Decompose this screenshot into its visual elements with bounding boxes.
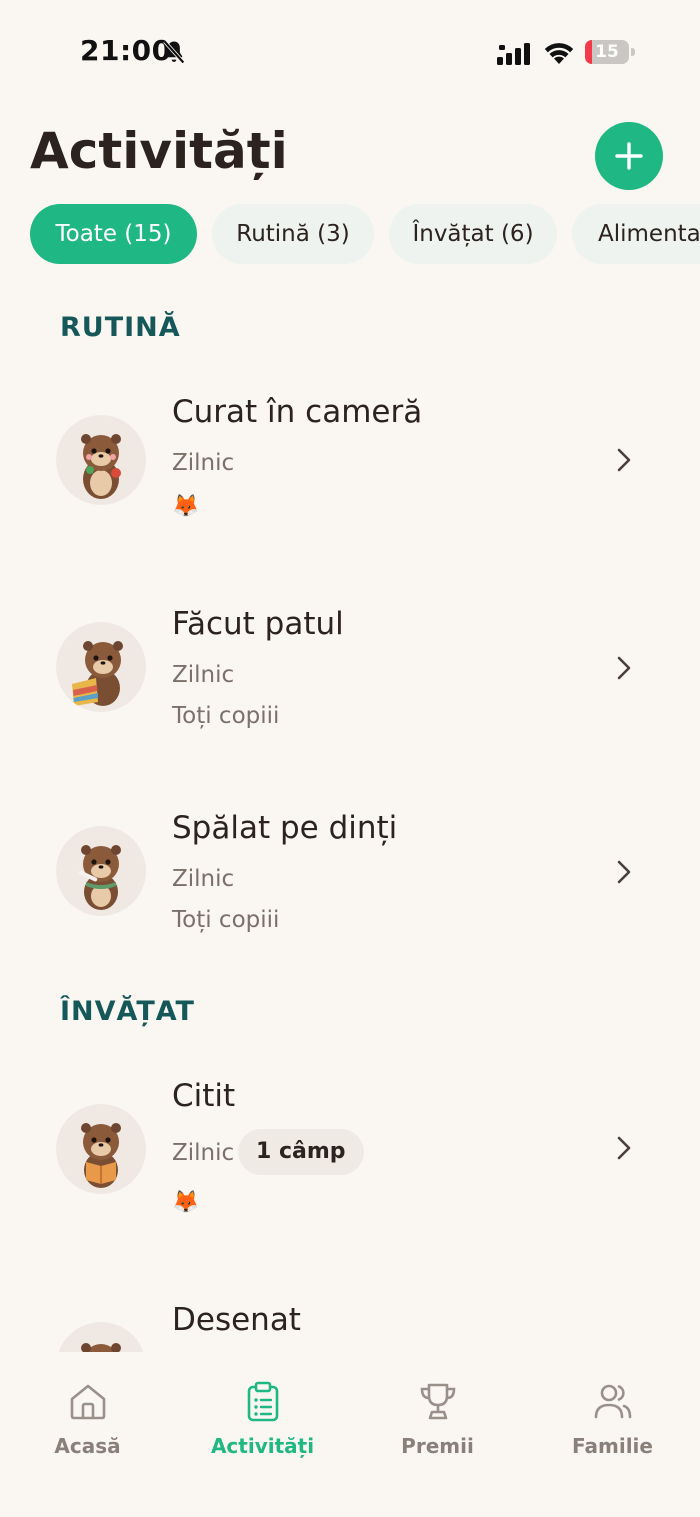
otter-toothbrush-avatar: [56, 826, 146, 916]
activity-title: Desenat: [172, 1302, 301, 1338]
bell-slash-icon: [163, 40, 185, 64]
chevron-right-icon: [617, 448, 631, 472]
wifi-icon: [544, 43, 574, 64]
filter-chip-toate[interactable]: Toate (15): [30, 204, 197, 264]
clipboard-icon: [247, 1381, 279, 1422]
activity-title: Citit: [172, 1078, 236, 1114]
trophy-icon: [420, 1383, 456, 1420]
activity-row-facut-patul[interactable]: Făcut patul Zilnic Toți copiii: [0, 592, 700, 752]
tab-activitati[interactable]: Activități: [175, 1352, 350, 1482]
chevron-right-icon: [617, 656, 631, 680]
activity-assignees: Toți copiii: [172, 703, 280, 729]
otter-blanket-avatar: [56, 622, 146, 712]
chevron-right-icon: [617, 860, 631, 884]
activity-title: Curat în cameră: [172, 394, 423, 430]
battery-icon: 15: [585, 40, 635, 64]
page-title: Activități: [30, 122, 288, 180]
add-activity-button[interactable]: [595, 122, 663, 190]
filter-chips: Toate (15) Rutină (3) Învățat (6) Alimen…: [0, 204, 700, 266]
tab-label: Premii: [401, 1434, 474, 1458]
chevron-right-icon: [617, 1136, 631, 1160]
status-bar: 21:00 15: [0, 0, 700, 100]
tab-familie[interactable]: Familie: [525, 1352, 700, 1482]
filter-chip-rutina[interactable]: Rutină (3): [212, 204, 374, 264]
plus-icon: [615, 142, 643, 170]
filter-chip-invatat[interactable]: Învățat (6): [389, 204, 557, 264]
activity-title: Spălat pe dinți: [172, 810, 398, 846]
users-icon: [594, 1384, 632, 1419]
section-title-invatat: ÎNVĂȚAT: [60, 996, 195, 1027]
tab-acasa[interactable]: Acasă: [0, 1352, 175, 1482]
field-count-badge: 1 câmp: [238, 1129, 364, 1175]
tab-label: Acasă: [54, 1434, 121, 1458]
activity-frequency: Zilnic: [172, 866, 235, 892]
home-icon: [70, 1384, 106, 1420]
tab-label: Familie: [572, 1434, 653, 1458]
activity-assignees: Toți copiii: [172, 907, 280, 933]
status-time: 21:00: [80, 34, 172, 67]
section-title-rutina: RUTINĂ: [60, 312, 181, 343]
activity-row-citit[interactable]: Citit Zilnic 1 câmp 🦊: [0, 1066, 700, 1226]
tab-label: Activități: [210, 1434, 315, 1458]
bottom-tab-bar: Acasă Activități Premii Familie: [0, 1352, 700, 1517]
fox-emoji-icon: 🦊: [172, 1190, 200, 1215]
activity-frequency: Zilnic: [172, 662, 235, 688]
cellular-signal-icon: [497, 43, 530, 65]
activity-row-desenat[interactable]: Desenat: [0, 1290, 700, 1412]
activity-frequency: Zilnic: [172, 1140, 235, 1166]
fox-emoji-icon: 🦊: [172, 494, 200, 519]
filter-chip-alimentatie[interactable]: Alimenta: [572, 204, 700, 264]
battery-level: 15: [595, 42, 619, 62]
activity-row-spalat-dinti[interactable]: Spălat pe dinți Zilnic Toți copiii: [0, 796, 700, 956]
activity-frequency: Zilnic: [172, 450, 235, 476]
activity-row-curat-camera[interactable]: Curat în cameră Zilnic 🦊: [0, 380, 700, 540]
otter-cleaning-avatar: [56, 415, 146, 505]
activity-title: Făcut patul: [172, 606, 344, 642]
otter-reading-avatar: [56, 1104, 146, 1194]
tab-premii[interactable]: Premii: [350, 1352, 525, 1482]
